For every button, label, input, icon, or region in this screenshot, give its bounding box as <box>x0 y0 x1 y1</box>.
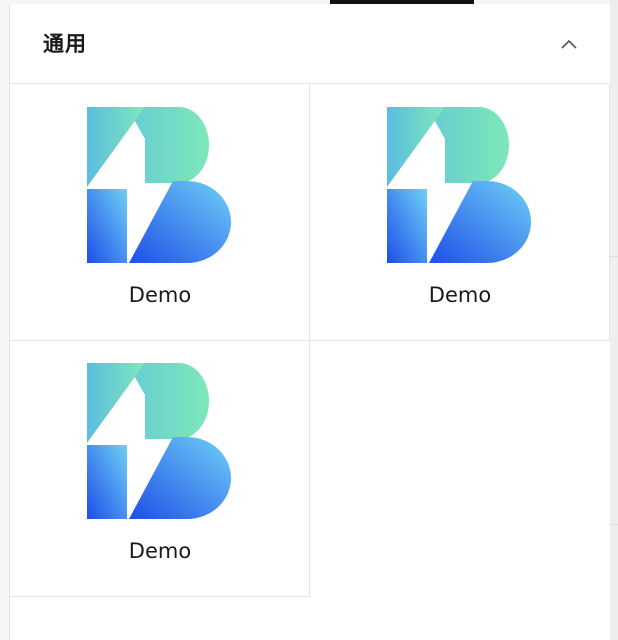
demo-app-logo-icon <box>87 107 231 263</box>
section-header[interactable]: 通用 <box>10 4 611 84</box>
demo-app-logo-icon <box>87 363 231 519</box>
app-grid: Demo Demo Demo <box>10 85 611 597</box>
app-label: Demo <box>128 539 192 563</box>
section-title: 通用 <box>43 32 87 56</box>
app-section-panel: 通用 Demo Demo Demo <box>9 4 612 640</box>
app-tile-demo[interactable]: Demo <box>10 341 310 597</box>
app-tile-demo[interactable]: Demo <box>10 85 310 341</box>
adjacent-panel-edge <box>610 0 618 640</box>
chevron-up-icon[interactable] <box>557 32 581 56</box>
app-label: Demo <box>428 283 492 307</box>
app-label: Demo <box>128 283 192 307</box>
app-tile-demo[interactable]: Demo <box>310 85 610 341</box>
demo-app-logo-icon <box>387 107 531 263</box>
